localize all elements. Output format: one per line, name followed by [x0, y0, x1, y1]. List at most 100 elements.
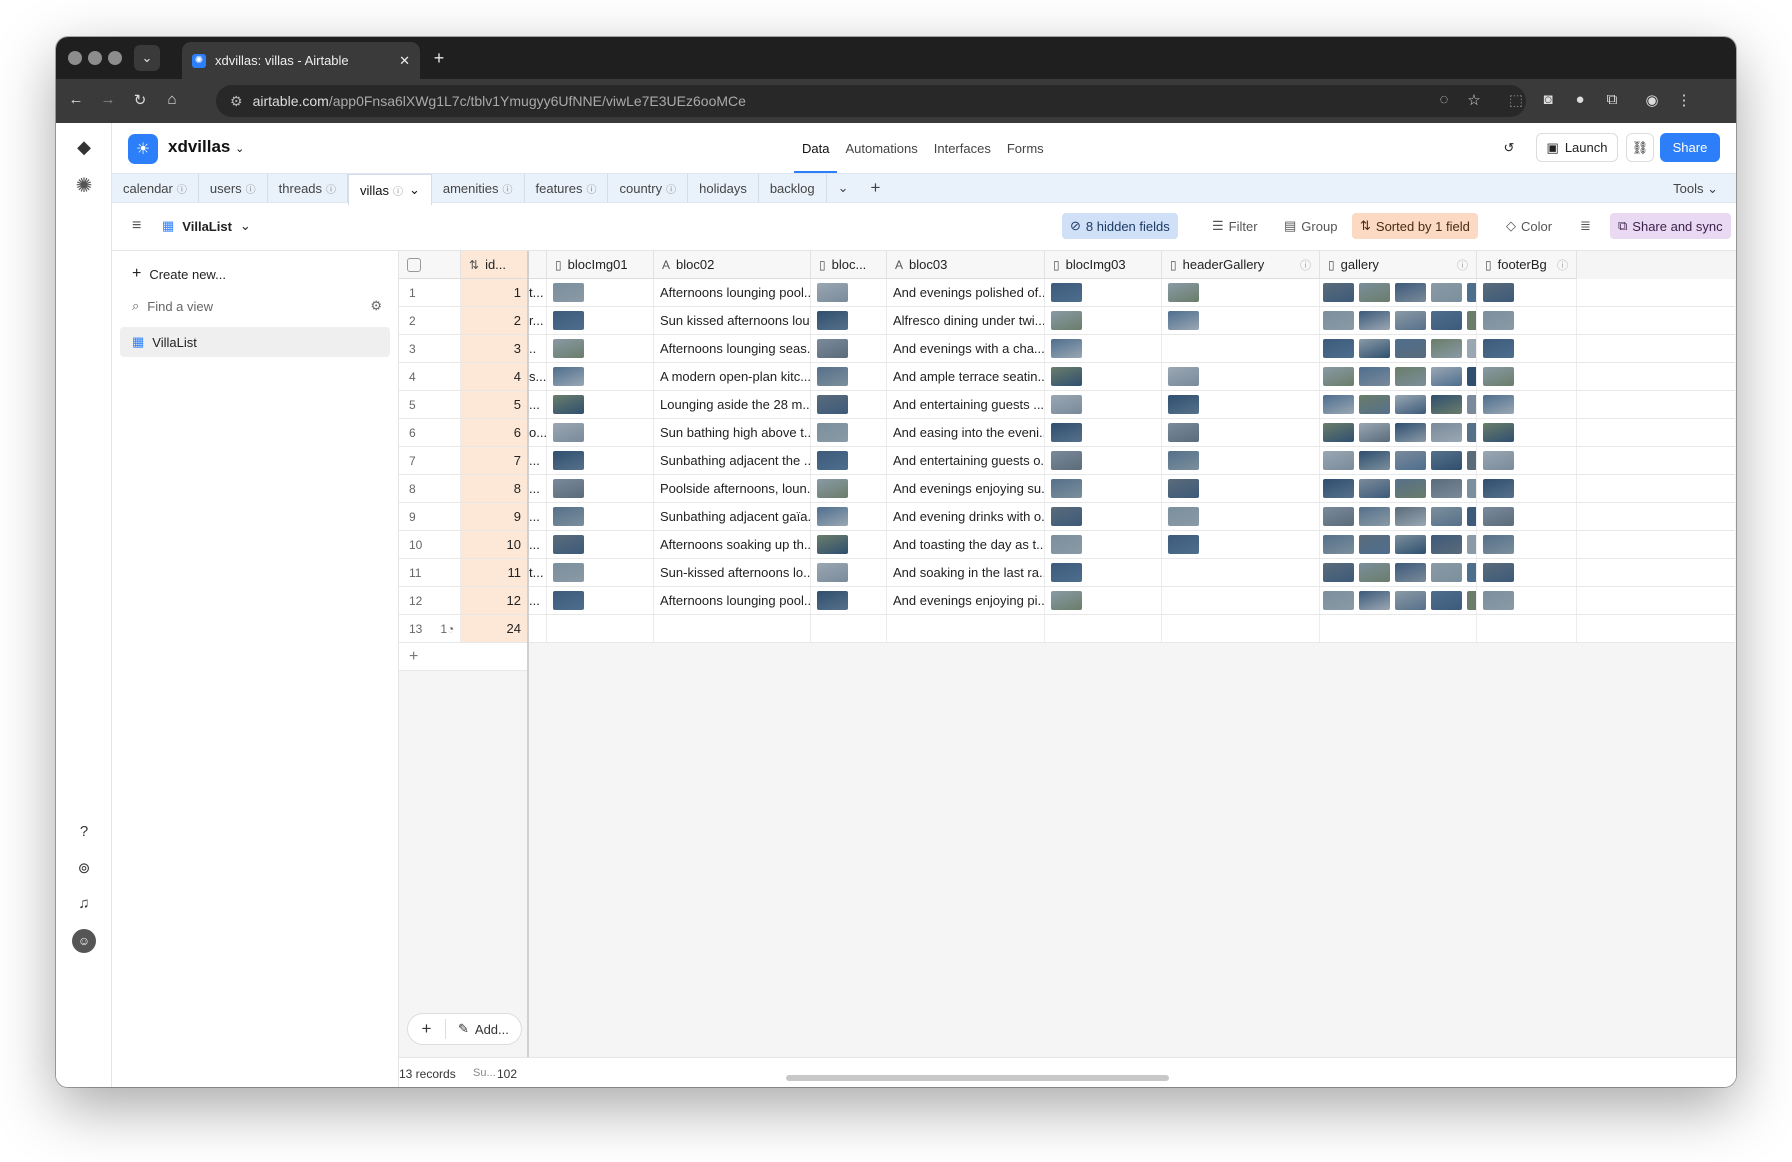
info-icon[interactable]: ⓘ: [1457, 257, 1468, 273]
table-cell[interactable]: [547, 363, 654, 390]
table-cell[interactable]: And soaking in the last ra...: [887, 559, 1045, 586]
table-cell[interactable]: 6: [399, 419, 461, 446]
table-cell[interactable]: [1045, 279, 1162, 306]
table-cell[interactable]: [811, 587, 887, 614]
table-cell[interactable]: [811, 531, 887, 558]
image-thumbnail[interactable]: [817, 283, 848, 302]
image-thumbnail[interactable]: [1467, 591, 1476, 610]
image-thumbnail[interactable]: [1323, 591, 1354, 610]
table-cell[interactable]: 9: [461, 503, 528, 530]
table-cell[interactable]: [1045, 615, 1162, 642]
info-icon[interactable]: ⓘ: [326, 181, 336, 196]
table-cell[interactable]: [1477, 363, 1577, 390]
image-thumbnail[interactable]: [1168, 395, 1199, 414]
column-header[interactable]: ⇅ id...: [461, 251, 528, 279]
table-cell[interactable]: ...: [528, 587, 547, 614]
image-thumbnail[interactable]: [1051, 423, 1082, 442]
column-header[interactable]: ▯ headerGallery ⓘ: [1162, 251, 1320, 279]
image-thumbnail[interactable]: [1359, 507, 1390, 526]
table-cell[interactable]: [1162, 587, 1320, 614]
image-thumbnail[interactable]: [1483, 367, 1514, 386]
copy-link-icon[interactable]: ⛓: [1626, 133, 1654, 162]
image-thumbnail[interactable]: [817, 563, 848, 582]
share-button[interactable]: Share: [1660, 133, 1720, 162]
table-cell[interactable]: [1045, 559, 1162, 586]
table-cell[interactable]: [811, 447, 887, 474]
table-row[interactable]: 6 6 o... Sun bathing high above t... And eas…: [399, 419, 1735, 447]
image-thumbnail[interactable]: [553, 507, 584, 526]
image-thumbnail[interactable]: [553, 423, 584, 442]
table-cell[interactable]: Afternoons soaking up th...: [654, 531, 811, 558]
image-thumbnail[interactable]: [553, 563, 584, 582]
table-cell[interactable]: [1162, 419, 1320, 446]
image-thumbnail[interactable]: [1359, 591, 1390, 610]
image-thumbnail[interactable]: [1395, 423, 1426, 442]
table-cell[interactable]: [1162, 363, 1320, 390]
image-thumbnail[interactable]: [1323, 507, 1354, 526]
table-cell[interactable]: [1162, 391, 1320, 418]
table-cell[interactable]: [1477, 391, 1577, 418]
image-thumbnail[interactable]: [1323, 479, 1354, 498]
hidden-fields-button[interactable]: ⊘ 8 hidden fields: [1062, 213, 1178, 239]
table-row[interactable]: 7 7... Sunbathing adjacent the ... And ente…: [399, 447, 1735, 475]
table-cell[interactable]: r...: [528, 307, 547, 334]
table-cell[interactable]: And toasting the day as t...: [887, 531, 1045, 558]
image-thumbnail[interactable]: [1431, 367, 1462, 386]
image-thumbnail[interactable]: [1467, 563, 1476, 582]
image-thumbnail[interactable]: [1395, 535, 1426, 554]
table-cell[interactable]: [547, 419, 654, 446]
image-thumbnail[interactable]: [1431, 311, 1462, 330]
table-cell[interactable]: [1045, 447, 1162, 474]
image-thumbnail[interactable]: [1168, 283, 1199, 302]
image-thumbnail[interactable]: [1483, 283, 1514, 302]
image-thumbnail[interactable]: [1051, 563, 1082, 582]
image-thumbnail[interactable]: [1323, 367, 1354, 386]
image-thumbnail[interactable]: [1467, 535, 1476, 554]
info-icon[interactable]: ⓘ: [503, 181, 513, 196]
more-tables-icon[interactable]: ⌄: [827, 174, 860, 202]
table-cell[interactable]: 5: [461, 391, 528, 418]
image-thumbnail[interactable]: [817, 395, 848, 414]
image-thumbnail[interactable]: [1051, 367, 1082, 386]
image-thumbnail[interactable]: [553, 591, 584, 610]
browser-tab[interactable]: ✺ xdvillas: villas - Airtable ✕: [182, 42, 420, 79]
toggle-sidebar-icon[interactable]: ≡: [124, 213, 149, 239]
tab-table-holidays[interactable]: holidays: [688, 174, 759, 202]
table-cell[interactable]: [887, 615, 1045, 642]
table-cell[interactable]: [1045, 335, 1162, 362]
history-icon[interactable]: ↺: [1496, 133, 1522, 162]
table-cell[interactable]: [1162, 447, 1320, 474]
table-cell[interactable]: [1320, 279, 1477, 306]
table-row[interactable]: 5 5... Lounging aside the 28 m... And enter…: [399, 391, 1735, 419]
image-thumbnail[interactable]: [1395, 283, 1426, 302]
image-thumbnail[interactable]: [1395, 591, 1426, 610]
table-cell[interactable]: [547, 587, 654, 614]
table-cell[interactable]: [1162, 503, 1320, 530]
airtable-logo-icon[interactable]: ◆: [73, 137, 95, 159]
add-record-button[interactable]: + ✎ Add...: [407, 1013, 522, 1045]
table-row[interactable]: 3 3.. Afternoons lounging seas... And eveni…: [399, 335, 1735, 363]
profile-avatar-icon[interactable]: ◉: [1642, 91, 1662, 109]
table-cell[interactable]: [1045, 363, 1162, 390]
info-icon[interactable]: ⓘ: [246, 181, 256, 196]
site-settings-icon[interactable]: ⚙: [230, 93, 243, 110]
notification-bell-icon[interactable]: ♫: [73, 895, 95, 917]
group-button[interactable]: ▤ Group: [1276, 213, 1345, 239]
table-cell[interactable]: [811, 307, 887, 334]
image-thumbnail[interactable]: [1467, 507, 1476, 526]
table-cell[interactable]: 4: [399, 363, 461, 390]
image-thumbnail[interactable]: [1323, 283, 1354, 302]
image-thumbnail[interactable]: [1395, 339, 1426, 358]
table-cell[interactable]: Afternoons lounging pool...: [654, 279, 811, 306]
table-cell[interactable]: [1477, 615, 1577, 642]
table-cell[interactable]: [654, 615, 811, 642]
image-thumbnail[interactable]: [1323, 395, 1354, 414]
table-cell[interactable]: ...: [528, 391, 547, 418]
image-thumbnail[interactable]: [817, 479, 848, 498]
table-cell[interactable]: And evenings with a cha...: [887, 335, 1045, 362]
image-thumbnail[interactable]: [553, 311, 584, 330]
row-height-icon[interactable]: ≣: [1572, 213, 1599, 239]
image-thumbnail[interactable]: [1051, 311, 1082, 330]
table-cell[interactable]: [1162, 307, 1320, 334]
tab-table-features[interactable]: features ⓘ: [525, 174, 609, 202]
